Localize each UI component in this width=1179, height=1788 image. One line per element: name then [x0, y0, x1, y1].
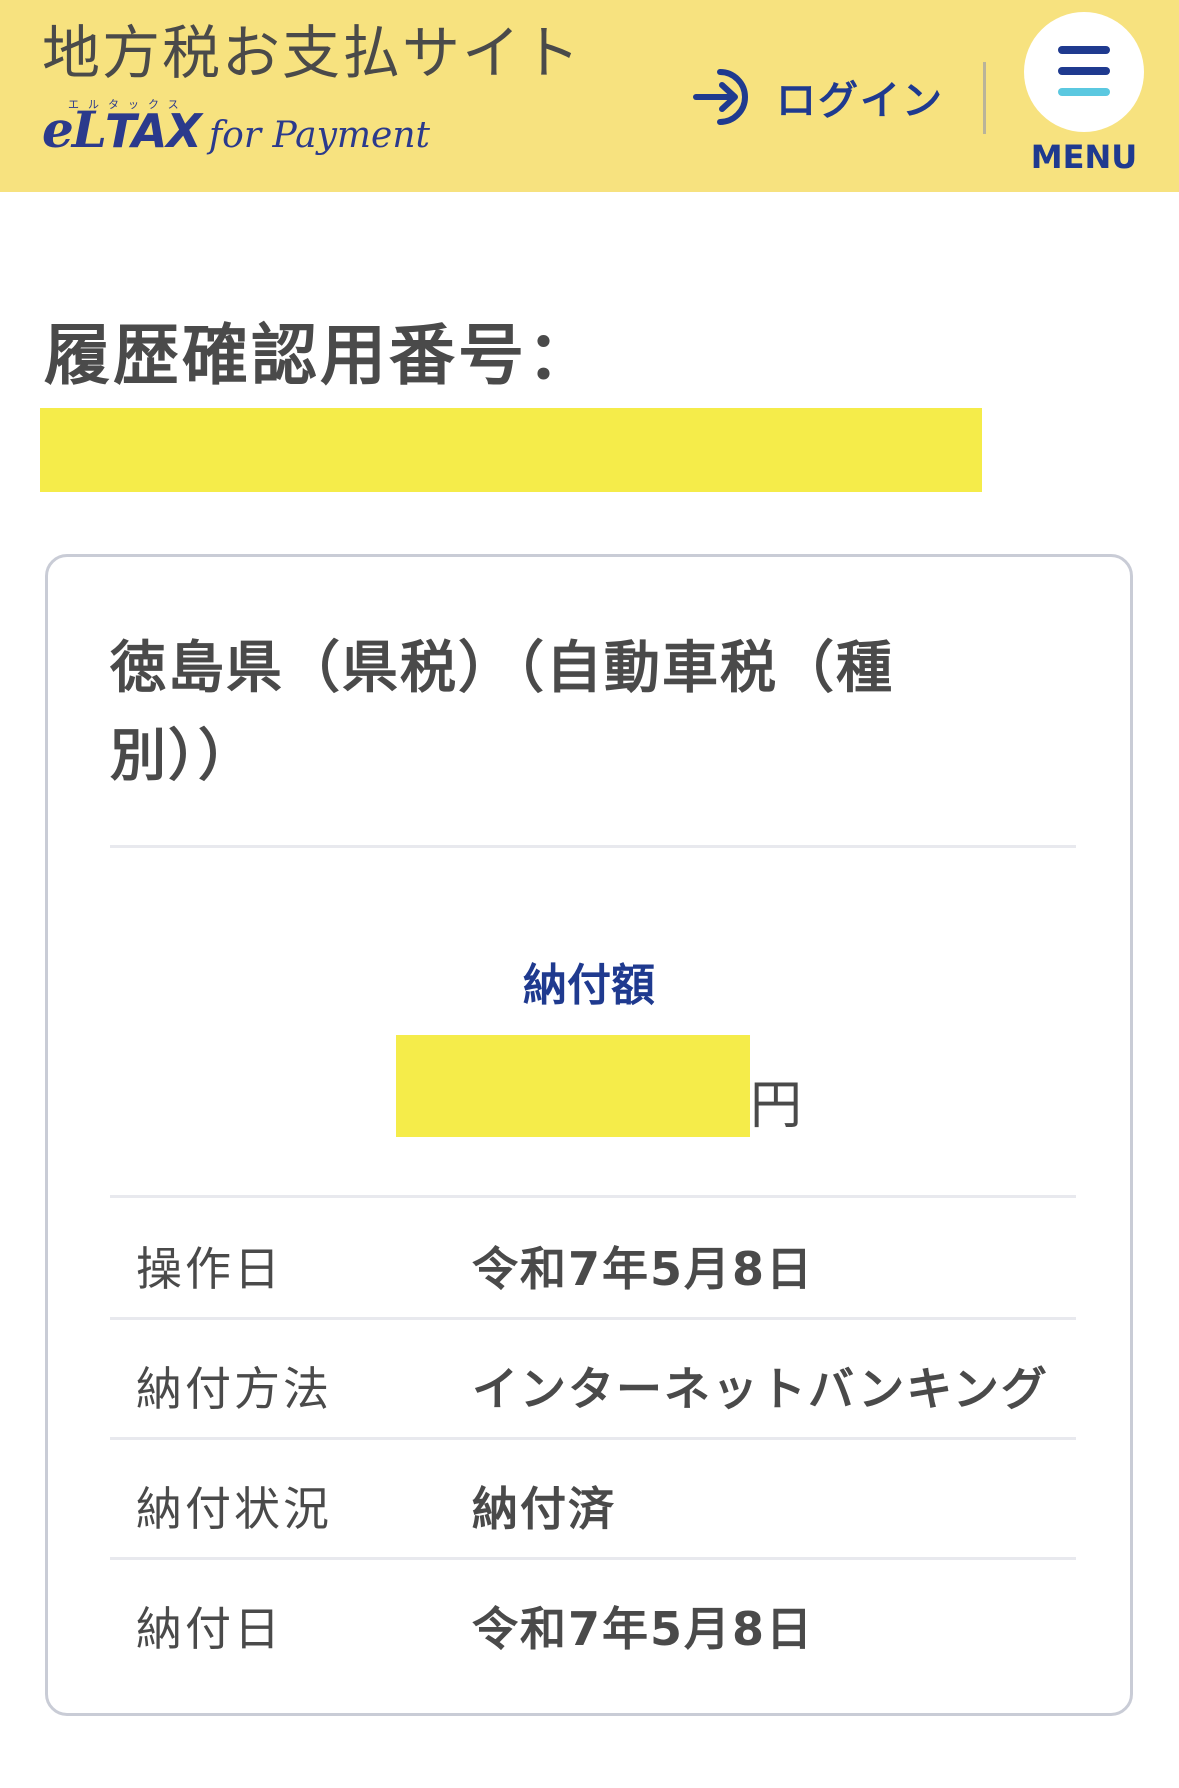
payment-history-card: 徳島県（県税）（自動車税（種別）） 納付額 円 操作日 令和7年5月8日 納付方… [45, 554, 1133, 1716]
menu-bar-bottom [1058, 88, 1110, 96]
detail-label: 納付方法 [136, 1362, 332, 1416]
login-button[interactable]: ログイン [690, 62, 944, 132]
amount-unit: 円 [750, 1076, 803, 1136]
redacted-reference-number [40, 408, 982, 492]
detail-value: 納付済 [472, 1482, 616, 1536]
menu-bar-middle [1058, 67, 1110, 75]
card-title: 徳島県（県税）（自動車税（種別）） [110, 636, 894, 789]
detail-label: 操作日 [136, 1242, 283, 1296]
header-divider [983, 62, 986, 134]
logo-tax: TAX [104, 104, 202, 158]
hamburger-menu-icon [1058, 46, 1110, 54]
detail-label: 納付日 [136, 1602, 283, 1656]
menu-label[interactable]: MENU [1012, 138, 1156, 176]
eltax-logo[interactable]: エルタックス eLTAX for Payment [42, 98, 430, 160]
detail-row-payment-method: 納付方法 インターネットバンキング [110, 1317, 1076, 1437]
detail-row-operation-date: 操作日 令和7年5月8日 [110, 1197, 1076, 1317]
detail-row-payment-status: 納付状況 納付済 [110, 1437, 1076, 1557]
detail-value: 令和7年5月8日 [472, 1602, 815, 1656]
detail-label: 納付状況 [136, 1482, 332, 1536]
detail-value: 令和7年5月8日 [472, 1242, 815, 1296]
login-arrow-icon [693, 69, 748, 125]
login-label: ログイン [776, 78, 944, 124]
card-divider [110, 845, 1076, 848]
detail-value: インターネットバンキング [472, 1362, 1049, 1416]
redacted-amount [396, 1035, 750, 1137]
page-title: 履歴確認用番号： [44, 317, 596, 394]
logo-for-payment: for Payment [208, 115, 430, 156]
menu-button[interactable] [1024, 12, 1144, 132]
site-header: 地方税お支払サイト エルタックス eLTAX for Payment ログイン M… [0, 0, 1179, 192]
amount-label: 納付額 [523, 960, 655, 1011]
logo-kana: エルタックス [68, 98, 188, 111]
detail-row-payment-date: 納付日 令和7年5月8日 [110, 1557, 1076, 1677]
site-title[interactable]: 地方税お支払サイト [42, 21, 582, 86]
